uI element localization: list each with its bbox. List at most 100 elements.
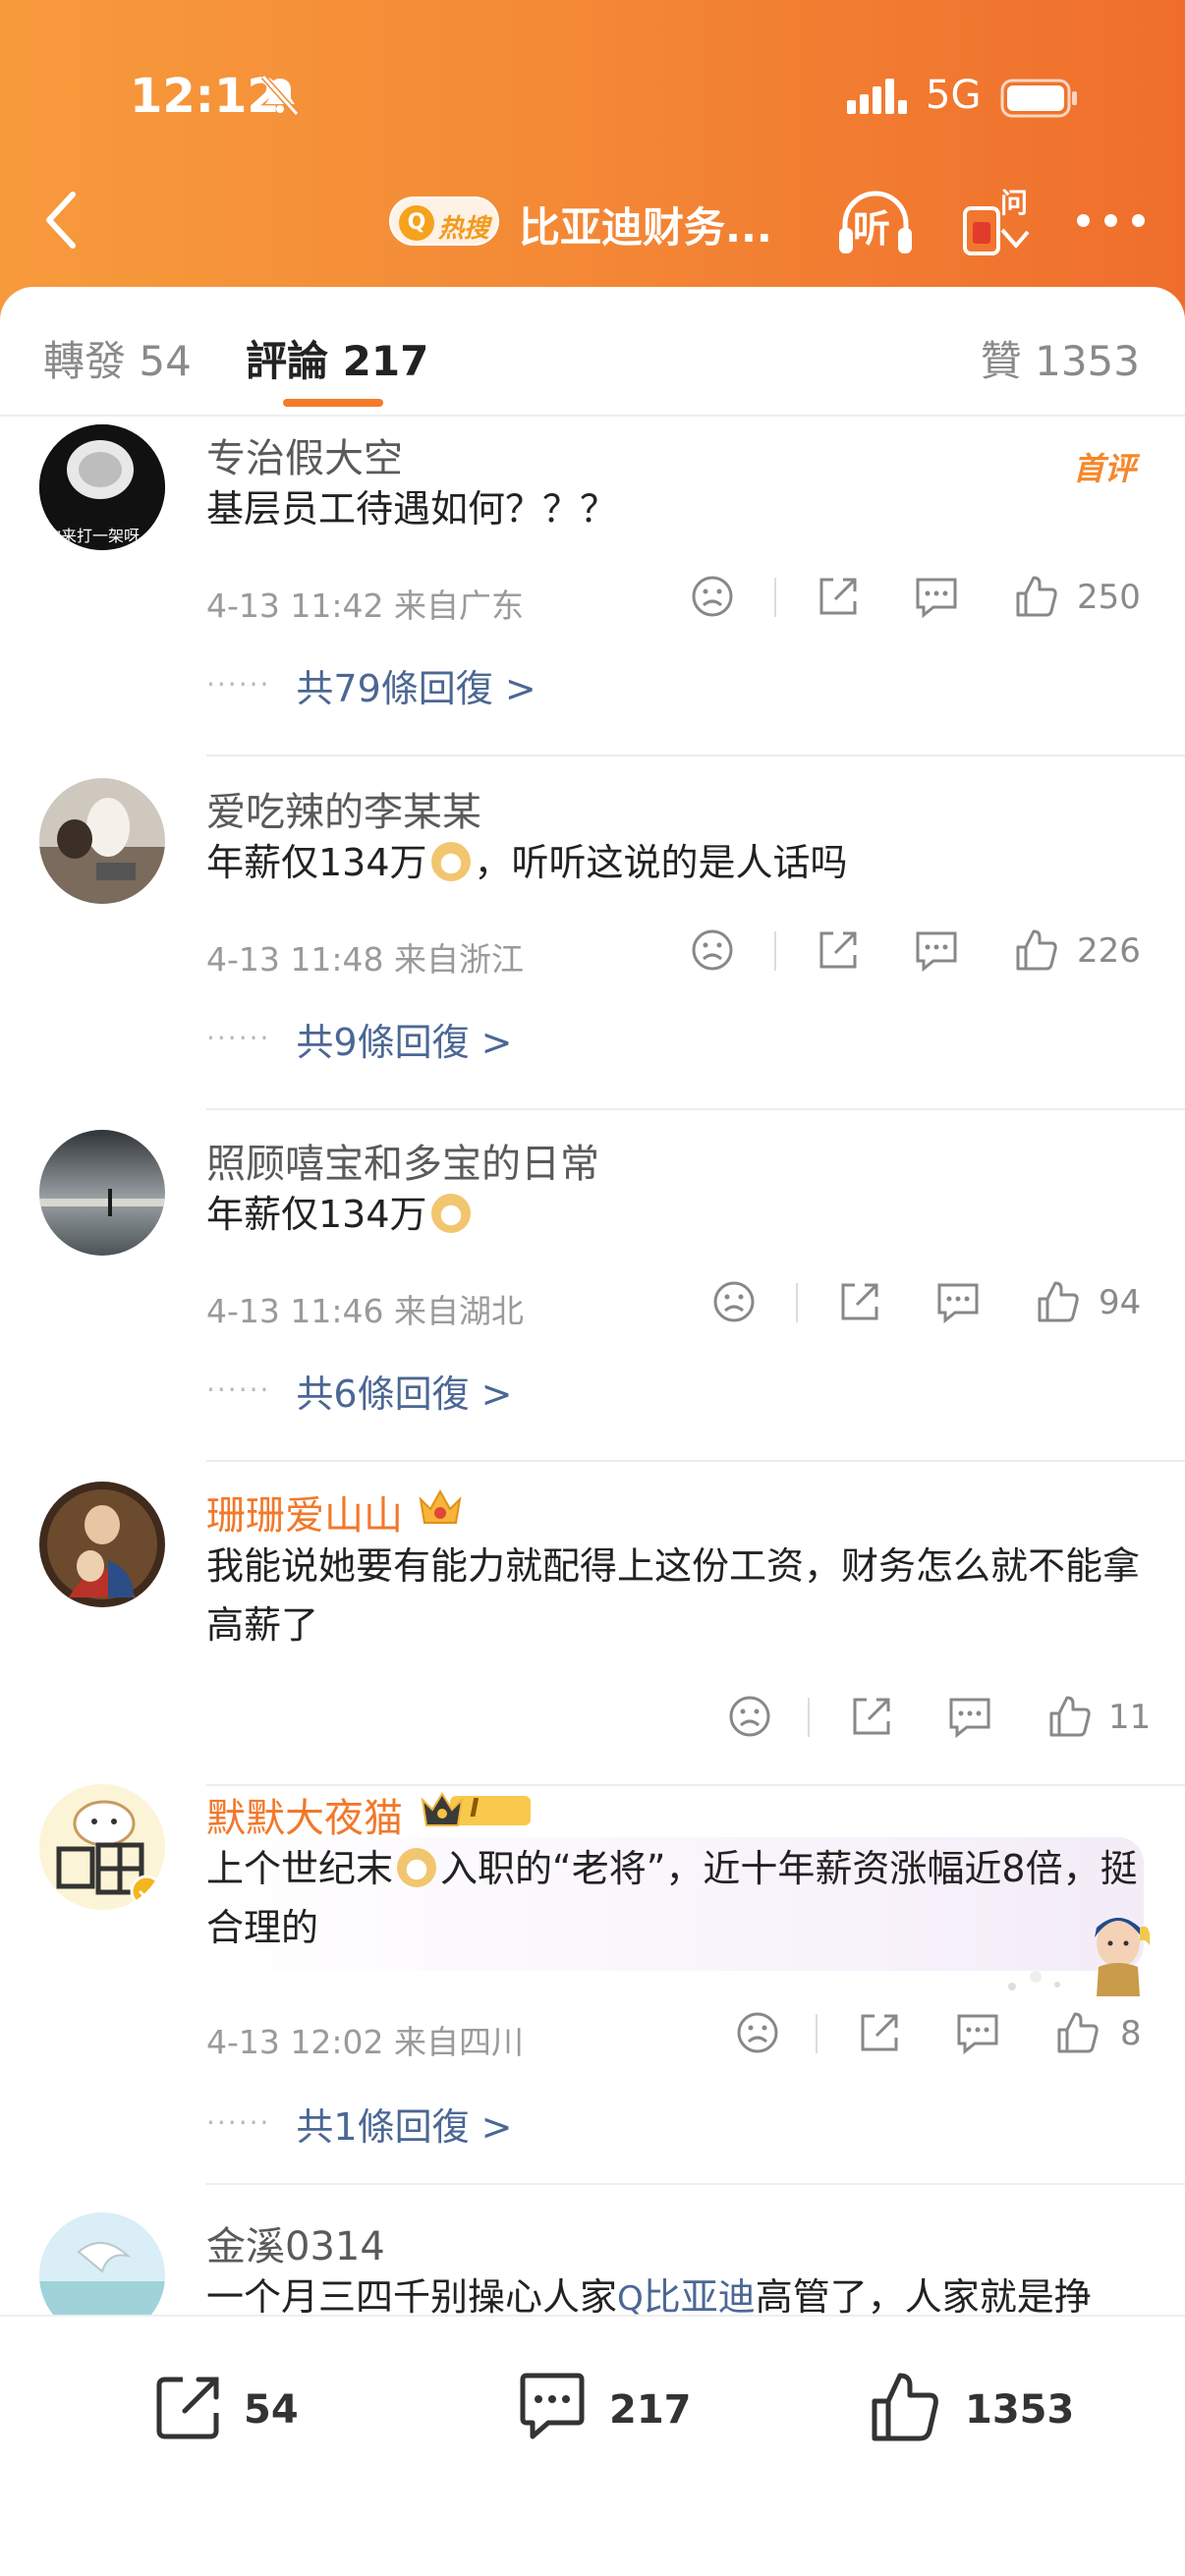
tab-comments[interactable]: 評論 217 (246, 328, 428, 388)
divider (816, 2014, 818, 2053)
divider (206, 1108, 1185, 1110)
battery-icon (1000, 79, 1077, 118)
comment-icon (520, 2373, 585, 2439)
bell-off-icon (260, 74, 300, 117)
comment-actions: 250 (688, 572, 1150, 631)
svg-text:问: 问 (1000, 187, 1028, 219)
comment-actions: 8 (733, 2008, 1156, 2067)
status-bar: 12:12 5G (0, 59, 1185, 138)
topic-link[interactable]: Q比亚迪 (617, 2275, 756, 2319)
hot-search-label: 热搜 (438, 214, 490, 244)
dislike-icon[interactable] (725, 1692, 774, 1741)
dislike-icon[interactable] (709, 1277, 759, 1326)
comment-username[interactable]: 照顾嘻宝和多宝的日常 (206, 1132, 599, 1189)
comment-actions: 226 (688, 925, 1150, 984)
comment-meta: 4-13 11:48 来自浙江 (206, 940, 524, 979)
comment-username[interactable]: 珊珊爱山山 (206, 1484, 403, 1540)
comment-username[interactable]: 默默大夜猫 (206, 1786, 403, 1843)
comment-text-part: 一个月三四千别操心人家 (206, 2275, 618, 2319)
doge-emoji-icon (397, 1848, 437, 1887)
share-icon[interactable] (855, 2008, 904, 2057)
page-title[interactable]: 比亚迪财务... (519, 195, 772, 254)
dislike-icon[interactable] (733, 2008, 782, 2057)
avatar-caption: 你来打一架呀 (45, 527, 141, 545)
back-icon[interactable] (31, 185, 90, 253)
tab-bar: 轉發 54 評論 217 贊 1353 (0, 287, 1185, 417)
reply-icon[interactable] (933, 1277, 983, 1326)
avatar[interactable] (39, 1482, 165, 1607)
reply-icon[interactable] (953, 2008, 1002, 2057)
comment-text-part: 上个世纪末 (206, 1847, 394, 1890)
comment-text-part: 年薪仅134万 (206, 841, 427, 884)
dislike-icon[interactable] (688, 572, 737, 621)
share-icon (156, 2377, 219, 2439)
comment-item: 照顾嘻宝和多宝的日常 年薪仅134万 4-13 11:46 来自湖北 94 ··… (0, 1130, 1185, 1484)
like-icon (872, 2373, 938, 2441)
comment-username[interactable]: 爱吃辣的李某某 (206, 780, 481, 837)
like-count: 1353 (965, 2387, 1075, 2433)
like-icon[interactable] (1034, 1277, 1083, 1326)
comment-text: 年薪仅134万 ，听听这说的是人话吗 (206, 833, 1140, 892)
bottom-like-button[interactable]: 1353 (867, 2368, 1083, 2446)
share-icon[interactable] (847, 1692, 896, 1741)
comment-item: 默默大夜猫 I 上个世纪末 入职的“老将”，近十年薪资涨幅近8倍，挺合理的 4-1… (0, 1784, 1185, 2177)
avatar[interactable]: 你来打一架呀 (39, 424, 165, 550)
avatar[interactable] (39, 1784, 165, 1910)
vip-crown-icon (419, 1488, 462, 1524)
avatar-image (39, 2212, 165, 2321)
like-icon[interactable] (1053, 2008, 1102, 2057)
listen-label: 听 (853, 207, 891, 251)
avatar[interactable] (39, 2212, 165, 2321)
view-replies-link[interactable]: ······ 共9條回復 > (206, 1012, 513, 1066)
replies-label: 共6條回復 > (296, 1372, 513, 1416)
share-icon[interactable] (814, 925, 863, 975)
reply-icon[interactable] (912, 925, 961, 975)
more-options-icon[interactable] (1073, 206, 1152, 236)
comment-text-part: 高管了，人家就是挣 (755, 2275, 1092, 2319)
comment-item: 珊珊爱山山 我能说她要有能力就配得上这份工资，财务怎么就不能拿高薪了 11 (0, 1482, 1185, 1786)
search-icon: Q (399, 205, 434, 241)
comment-username[interactable]: 专治假大空 (206, 426, 403, 483)
search-icon: Q (617, 2279, 644, 2319)
avatar-image (39, 1482, 165, 1607)
like-count: 250 (1077, 578, 1141, 617)
hot-search-badge[interactable]: Q 热搜 (389, 196, 499, 246)
comment-actions: 94 (709, 1277, 1152, 1336)
avatar[interactable] (39, 1130, 165, 1256)
comment-text: 基层员工待遇如何？？？ (206, 487, 618, 531)
view-replies-link[interactable]: ······ 共79條回復 > (206, 658, 536, 712)
tab-forward[interactable]: 轉發 54 (43, 328, 192, 388)
bottom-forward-button[interactable]: 54 (149, 2368, 346, 2446)
like-icon[interactable] (1045, 1692, 1095, 1741)
comment-text: 一个月三四千别操心人家Q比亚迪高管了，人家就是挣 (206, 2268, 1140, 2321)
reply-icon[interactable] (912, 572, 961, 621)
comment-meta: 4-13 12:02 来自四川 (206, 2023, 524, 2061)
comment-text: 年薪仅134万 (206, 1185, 1140, 1244)
nav-bar: Q 热搜 比亚迪财务... 听 问 (0, 177, 1185, 265)
comment-text: 上个世纪末 入职的“老将”，近十年薪资涨幅近8倍，挺合理的 (206, 1839, 1140, 1957)
divider (0, 415, 1185, 417)
comment-text-part: 年薪仅134万 (206, 1193, 427, 1236)
view-replies-link[interactable]: ······ 共1條回復 > (206, 2097, 513, 2151)
divider (206, 1460, 1185, 1462)
tab-likes[interactable]: 贊 1353 (981, 328, 1140, 388)
view-replies-link[interactable]: ······ 共6條回復 > (206, 1364, 513, 1418)
doge-emoji-icon (430, 842, 471, 881)
share-icon[interactable] (814, 572, 863, 621)
dislike-icon[interactable] (688, 925, 737, 975)
share-icon[interactable] (835, 1277, 884, 1326)
like-icon[interactable] (1012, 572, 1061, 621)
bottom-comment-button[interactable]: 217 (513, 2368, 709, 2446)
dots-icon: ······ (206, 1022, 271, 1054)
network-type: 5G (926, 73, 982, 118)
listen-button[interactable]: 听 (835, 185, 916, 259)
red-envelope-ask-icon[interactable]: 问 (961, 183, 1032, 261)
comment-username[interactable]: 金溪0314 (206, 2214, 385, 2271)
like-icon[interactable] (1012, 925, 1061, 975)
divider (206, 2183, 1185, 2185)
bottom-action-bar: 54 217 1353 (0, 2315, 1185, 2576)
reply-icon[interactable] (945, 1692, 994, 1741)
divider (808, 1698, 810, 1737)
avatar[interactable] (39, 778, 165, 904)
signal-icon (847, 79, 907, 114)
